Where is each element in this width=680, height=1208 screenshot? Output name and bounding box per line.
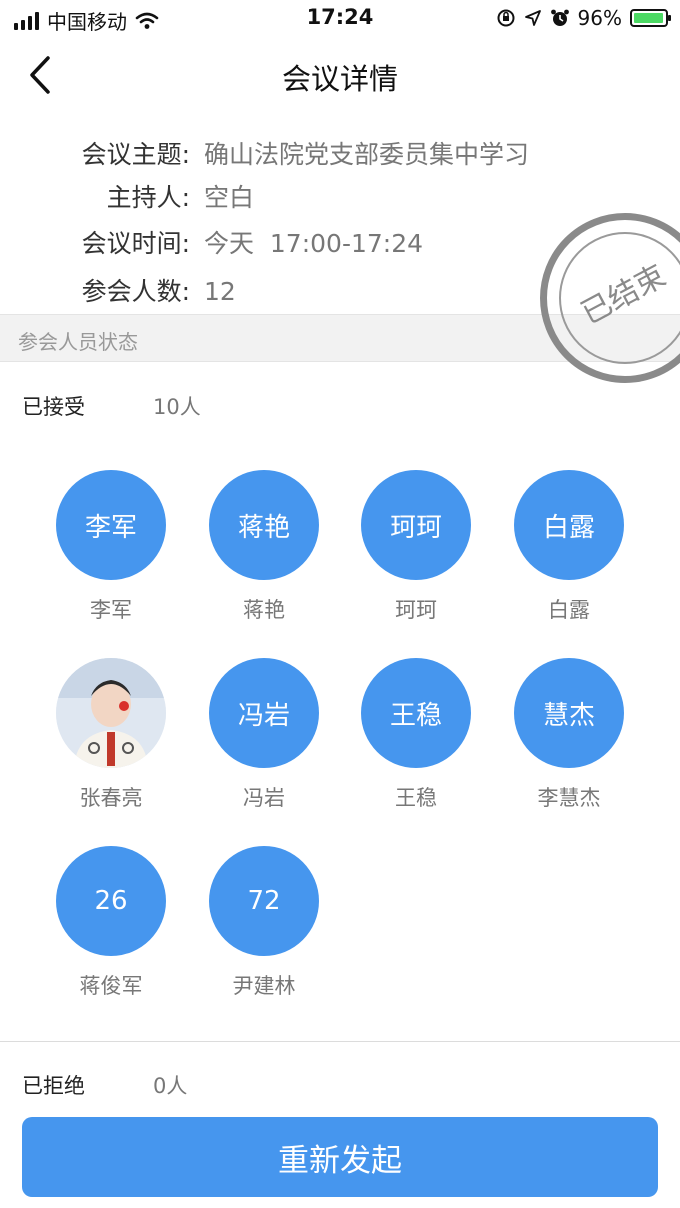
accepted-count: 10人 — [153, 395, 201, 419]
member-item[interactable]: 珂珂 珂珂 — [341, 470, 491, 630]
member-avatar: 蒋艳 — [209, 470, 319, 580]
rejected-count: 0人 — [153, 1074, 188, 1098]
meeting-time: 今天 17:00-17:24 — [204, 229, 424, 258]
navigation-bar: 会议详情 — [0, 38, 680, 114]
meeting-topic-row: 会议主题: 确山法院党支部委员集中学习 — [0, 135, 680, 175]
meeting-topic-label: 会议主题: — [81, 140, 190, 169]
meeting-host-label: 主持人: — [106, 183, 190, 212]
member-item[interactable]: 白露 白露 — [494, 470, 644, 630]
member-item[interactable]: 72 尹建林 — [189, 846, 339, 1006]
rejected-label: 已拒绝 — [22, 1074, 85, 1098]
member-avatar: 王稳 — [361, 658, 471, 768]
member-name: 李慧杰 — [537, 786, 601, 810]
member-name: 蒋艳 — [243, 598, 285, 622]
battery-level — [634, 13, 663, 23]
meeting-time-label: 会议时间: — [81, 229, 190, 258]
meeting-count-label: 参会人数: — [81, 277, 190, 306]
member-name: 蒋俊军 — [79, 974, 143, 998]
alarm-icon — [550, 9, 569, 26]
member-item[interactable]: 26 蒋俊军 — [36, 846, 186, 1006]
section-divider — [0, 1041, 680, 1042]
member-item[interactable]: 李军 李军 — [36, 470, 186, 630]
location-icon — [524, 10, 541, 26]
member-name: 尹建林 — [232, 974, 296, 998]
member-avatar: 冯岩 — [209, 658, 319, 768]
relaunch-button[interactable]: 重新发起 — [22, 1117, 658, 1197]
orientation-lock-icon — [497, 9, 515, 27]
member-item[interactable]: 慧杰 李慧杰 — [494, 658, 644, 818]
status-right: 96% — [496, 6, 671, 30]
status-bar: 中国移动 17:24 96% — [0, 0, 680, 38]
meeting-count: 12 — [204, 277, 236, 306]
rejected-row: 已拒绝 0人 — [0, 1066, 680, 1106]
accepted-row: 已接受 10人 — [0, 387, 680, 427]
meeting-host: 空白 — [204, 183, 255, 212]
member-avatar: 李军 — [56, 470, 166, 580]
battery-percent: 96% — [577, 6, 622, 30]
member-avatar: 26 — [56, 846, 166, 956]
member-avatar: 珂珂 — [361, 470, 471, 580]
member-item[interactable]: 王稳 王稳 — [341, 658, 491, 818]
member-item[interactable]: 张春亮 — [36, 658, 186, 818]
member-name: 张春亮 — [79, 786, 143, 810]
member-avatar: 72 — [209, 846, 319, 956]
meeting-topic: 确山法院党支部委员集中学习 — [204, 140, 530, 169]
member-item[interactable]: 蒋艳 蒋艳 — [189, 470, 339, 630]
member-avatar: 慧杰 — [514, 658, 624, 768]
page-title: 会议详情 — [281, 62, 398, 96]
member-name: 李军 — [90, 598, 132, 622]
member-name: 白露 — [548, 598, 590, 622]
child-photo-icon — [56, 658, 166, 768]
member-name: 冯岩 — [243, 786, 285, 810]
member-name: 珂珂 — [395, 598, 437, 622]
member-avatar: 白露 — [514, 470, 624, 580]
attendee-section-title: 参会人员状态 — [18, 330, 138, 354]
battery-icon — [630, 9, 671, 27]
member-name: 王稳 — [395, 786, 437, 810]
meeting-host-row: 主持人: 空白 — [0, 178, 680, 218]
accepted-label: 已接受 — [22, 395, 85, 419]
member-photo-avatar — [56, 658, 166, 768]
member-item[interactable]: 冯岩 冯岩 — [189, 658, 339, 818]
